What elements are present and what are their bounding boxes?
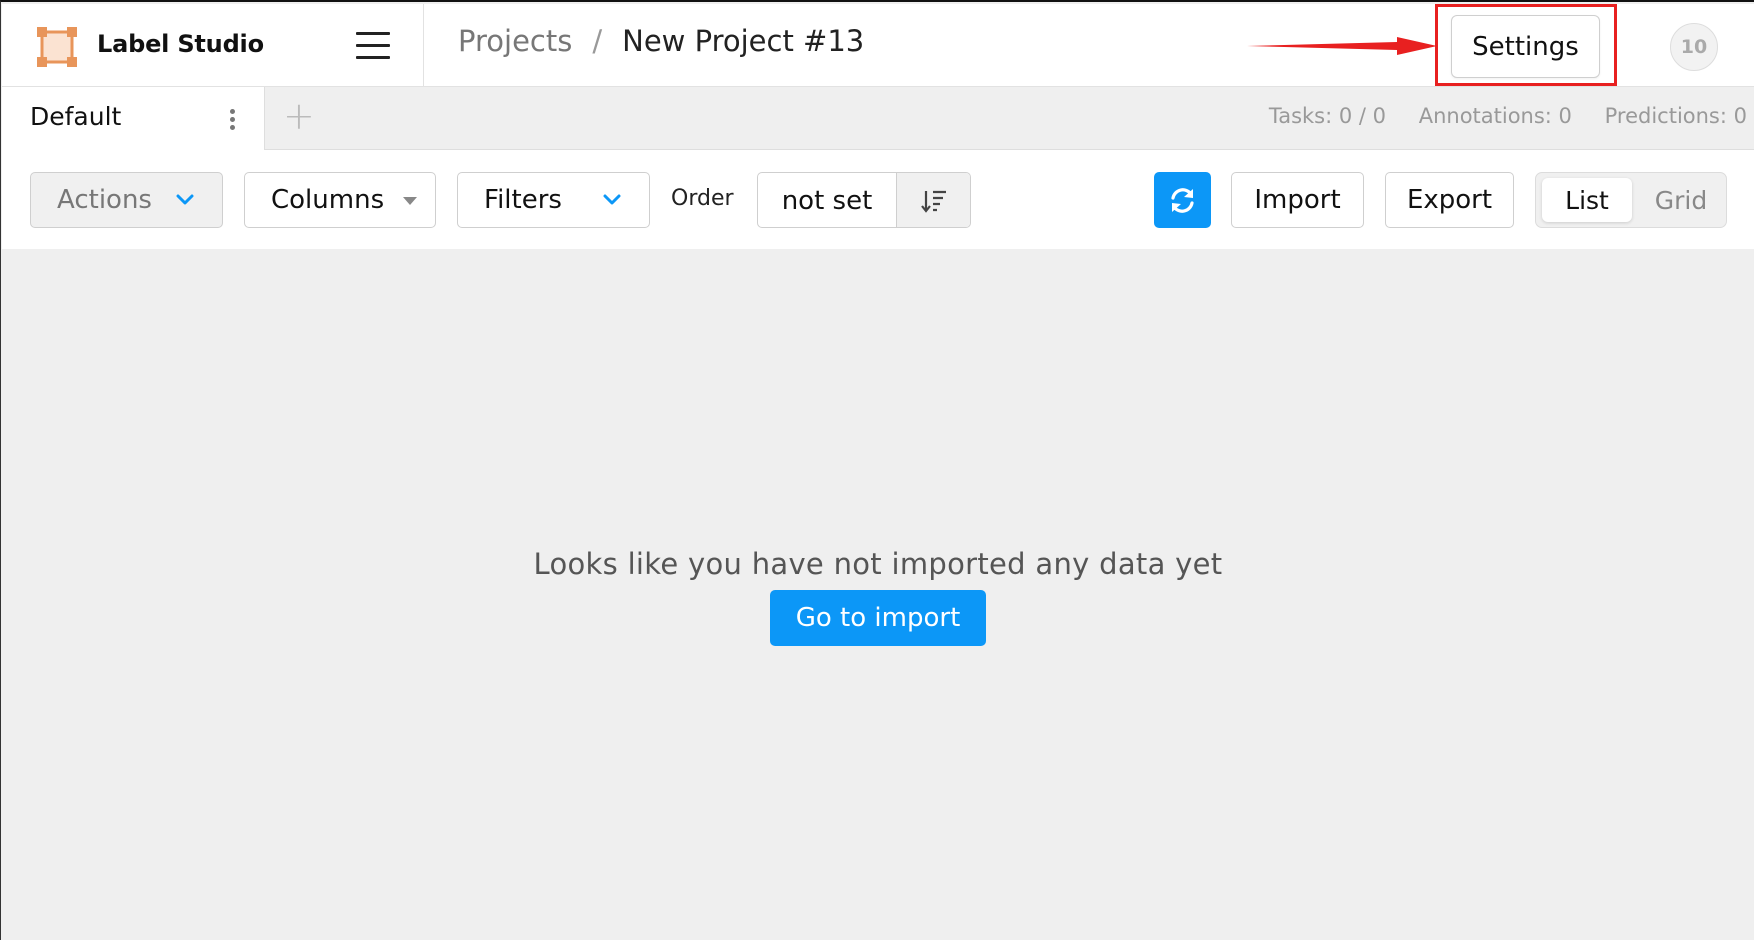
list-view-option[interactable]: List <box>1542 178 1632 222</box>
label-studio-logo-icon <box>37 27 77 67</box>
caret-down-icon <box>403 197 417 205</box>
app-window: Label Studio Projects / New Project #13 Se… <box>0 0 1754 940</box>
order-control: not set <box>757 172 971 228</box>
data-manager-toolbar: Actions Columns Filters Order not set Im… <box>2 150 1754 249</box>
import-button[interactable]: Import <box>1231 172 1364 228</box>
predictions-count: Predictions: 0 <box>1604 104 1747 128</box>
task-stats: Tasks: 0 / 0 Annotations: 0 Predictions:… <box>1243 104 1747 128</box>
header-divider <box>423 4 424 87</box>
order-field-select[interactable]: not set <box>758 173 896 227</box>
chevron-down-icon <box>176 194 194 205</box>
export-button[interactable]: Export <box>1385 172 1514 228</box>
annotation-arrow-icon <box>1247 37 1437 55</box>
columns-dropdown[interactable]: Columns <box>244 172 436 228</box>
view-tabs-bar: Default + Tasks: 0 / 0 Annotations: 0 Pr… <box>2 87 1754 151</box>
user-avatar[interactable]: 10 <box>1670 23 1718 71</box>
go-to-import-button[interactable]: Go to import <box>770 590 986 646</box>
actions-label: Actions <box>57 185 152 215</box>
brand-name: Label Studio <box>97 30 264 58</box>
order-label: Order <box>671 186 734 211</box>
sort-direction-button[interactable] <box>896 173 970 227</box>
tab-options-kebab-icon[interactable] <box>228 109 236 131</box>
menu-hamburger-icon[interactable] <box>356 32 390 62</box>
tab-default[interactable]: Default <box>2 87 265 151</box>
filters-label: Filters <box>484 185 562 215</box>
filters-dropdown[interactable]: Filters <box>457 172 650 228</box>
view-mode-toggle: List Grid <box>1535 172 1727 228</box>
actions-dropdown[interactable]: Actions <box>30 172 223 228</box>
breadcrumb-separator: / <box>592 24 603 58</box>
breadcrumb: Projects / New Project #13 <box>458 24 864 58</box>
tasks-count: Tasks: 0 / 0 <box>1268 104 1387 128</box>
add-tab-plus-icon[interactable]: + <box>283 97 315 135</box>
breadcrumb-current-project: New Project #13 <box>622 24 865 58</box>
tab-default-label: Default <box>30 102 122 131</box>
grid-view-option[interactable]: Grid <box>1640 178 1722 222</box>
chevron-down-icon <box>603 194 621 205</box>
refresh-icon <box>1171 188 1194 213</box>
empty-state-message: Looks like you have not imported any dat… <box>533 547 1223 581</box>
refresh-button[interactable] <box>1154 172 1211 228</box>
breadcrumb-projects-link[interactable]: Projects <box>458 24 572 58</box>
columns-label: Columns <box>271 185 385 215</box>
sort-descending-icon <box>921 190 946 213</box>
annotations-count: Annotations: 0 <box>1418 104 1572 128</box>
annotation-highlight-box <box>1435 4 1617 86</box>
